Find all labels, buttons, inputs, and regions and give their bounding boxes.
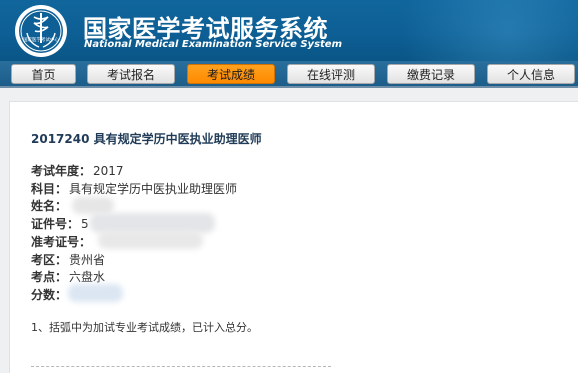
subject-row: 科目： 具有规定学历中医执业助理医师 <box>31 180 237 197</box>
region-value: 贵州省 <box>69 253 106 267</box>
score-footnote: 1、括弧中为加试专业考试成绩，已计入总分。 <box>31 321 258 334</box>
id-label: 证件号： <box>31 217 80 231</box>
nav-online-test-button[interactable]: 在线评测 <box>287 64 375 84</box>
year-value: 2017 <box>93 164 124 178</box>
nav-payment-records-button[interactable]: 缴费记录 <box>387 64 475 84</box>
subject-value: 具有规定学历中医执业助理医师 <box>69 182 238 196</box>
exam-title: 2017240 具有规定学历中医执业助理医师 <box>31 132 262 146</box>
nav-home-button[interactable]: 首页 <box>11 64 76 84</box>
subject-label: 科目： <box>31 182 68 196</box>
nav-scores-button[interactable]: 考试成绩 <box>187 64 275 84</box>
admission-blur-mask <box>98 231 203 249</box>
header-glow <box>378 0 578 61</box>
score-label: 分数： <box>31 288 68 302</box>
admission-label: 准考证号： <box>31 235 92 249</box>
site-header: 国家医学考试中心 国家医学考试服务系统 National Medical Exa… <box>0 0 578 61</box>
page: 国家医学考试中心 国家医学考试服务系统 National Medical Exa… <box>0 0 578 373</box>
score-row: 分数： <box>31 286 69 303</box>
site-row: 考点： 六盘水 <box>31 268 105 285</box>
site-value: 六盘水 <box>69 270 106 284</box>
year-row: 考试年度： 2017 <box>31 162 124 179</box>
site-label: 考点： <box>31 270 68 284</box>
year-label: 考试年度： <box>31 164 92 178</box>
name-label: 姓名： <box>31 199 68 213</box>
region-row: 考区： 贵州省 <box>31 251 105 268</box>
region-label: 考区： <box>31 253 68 267</box>
score-blur-mask <box>68 284 123 302</box>
id-blur-mask <box>90 213 215 233</box>
site-subtitle: National Medical Examination Service Sys… <box>84 39 343 50</box>
id-row: 证件号： 5 <box>31 215 89 232</box>
nav-registration-button[interactable]: 考试报名 <box>87 64 175 84</box>
emblem-logo-icon: 国家医学考试中心 <box>15 5 67 57</box>
dashed-divider <box>31 366 331 367</box>
nav-profile-button[interactable]: 个人信息 <box>487 64 575 84</box>
score-panel: 2017240 具有规定学历中医执业助理医师 考试年度： 2017 科目： 具有规定… <box>9 101 578 373</box>
svg-text:国家医学考试中心: 国家医学考试中心 <box>23 36 59 43</box>
id-value: 5 <box>81 217 89 231</box>
admission-row: 准考证号： <box>31 233 93 250</box>
name-row: 姓名： <box>31 197 69 214</box>
name-blur-mask <box>72 197 114 214</box>
main-nav: 首页 考试报名 考试成绩 在线评测 缴费记录 个人信息 <box>0 61 578 88</box>
